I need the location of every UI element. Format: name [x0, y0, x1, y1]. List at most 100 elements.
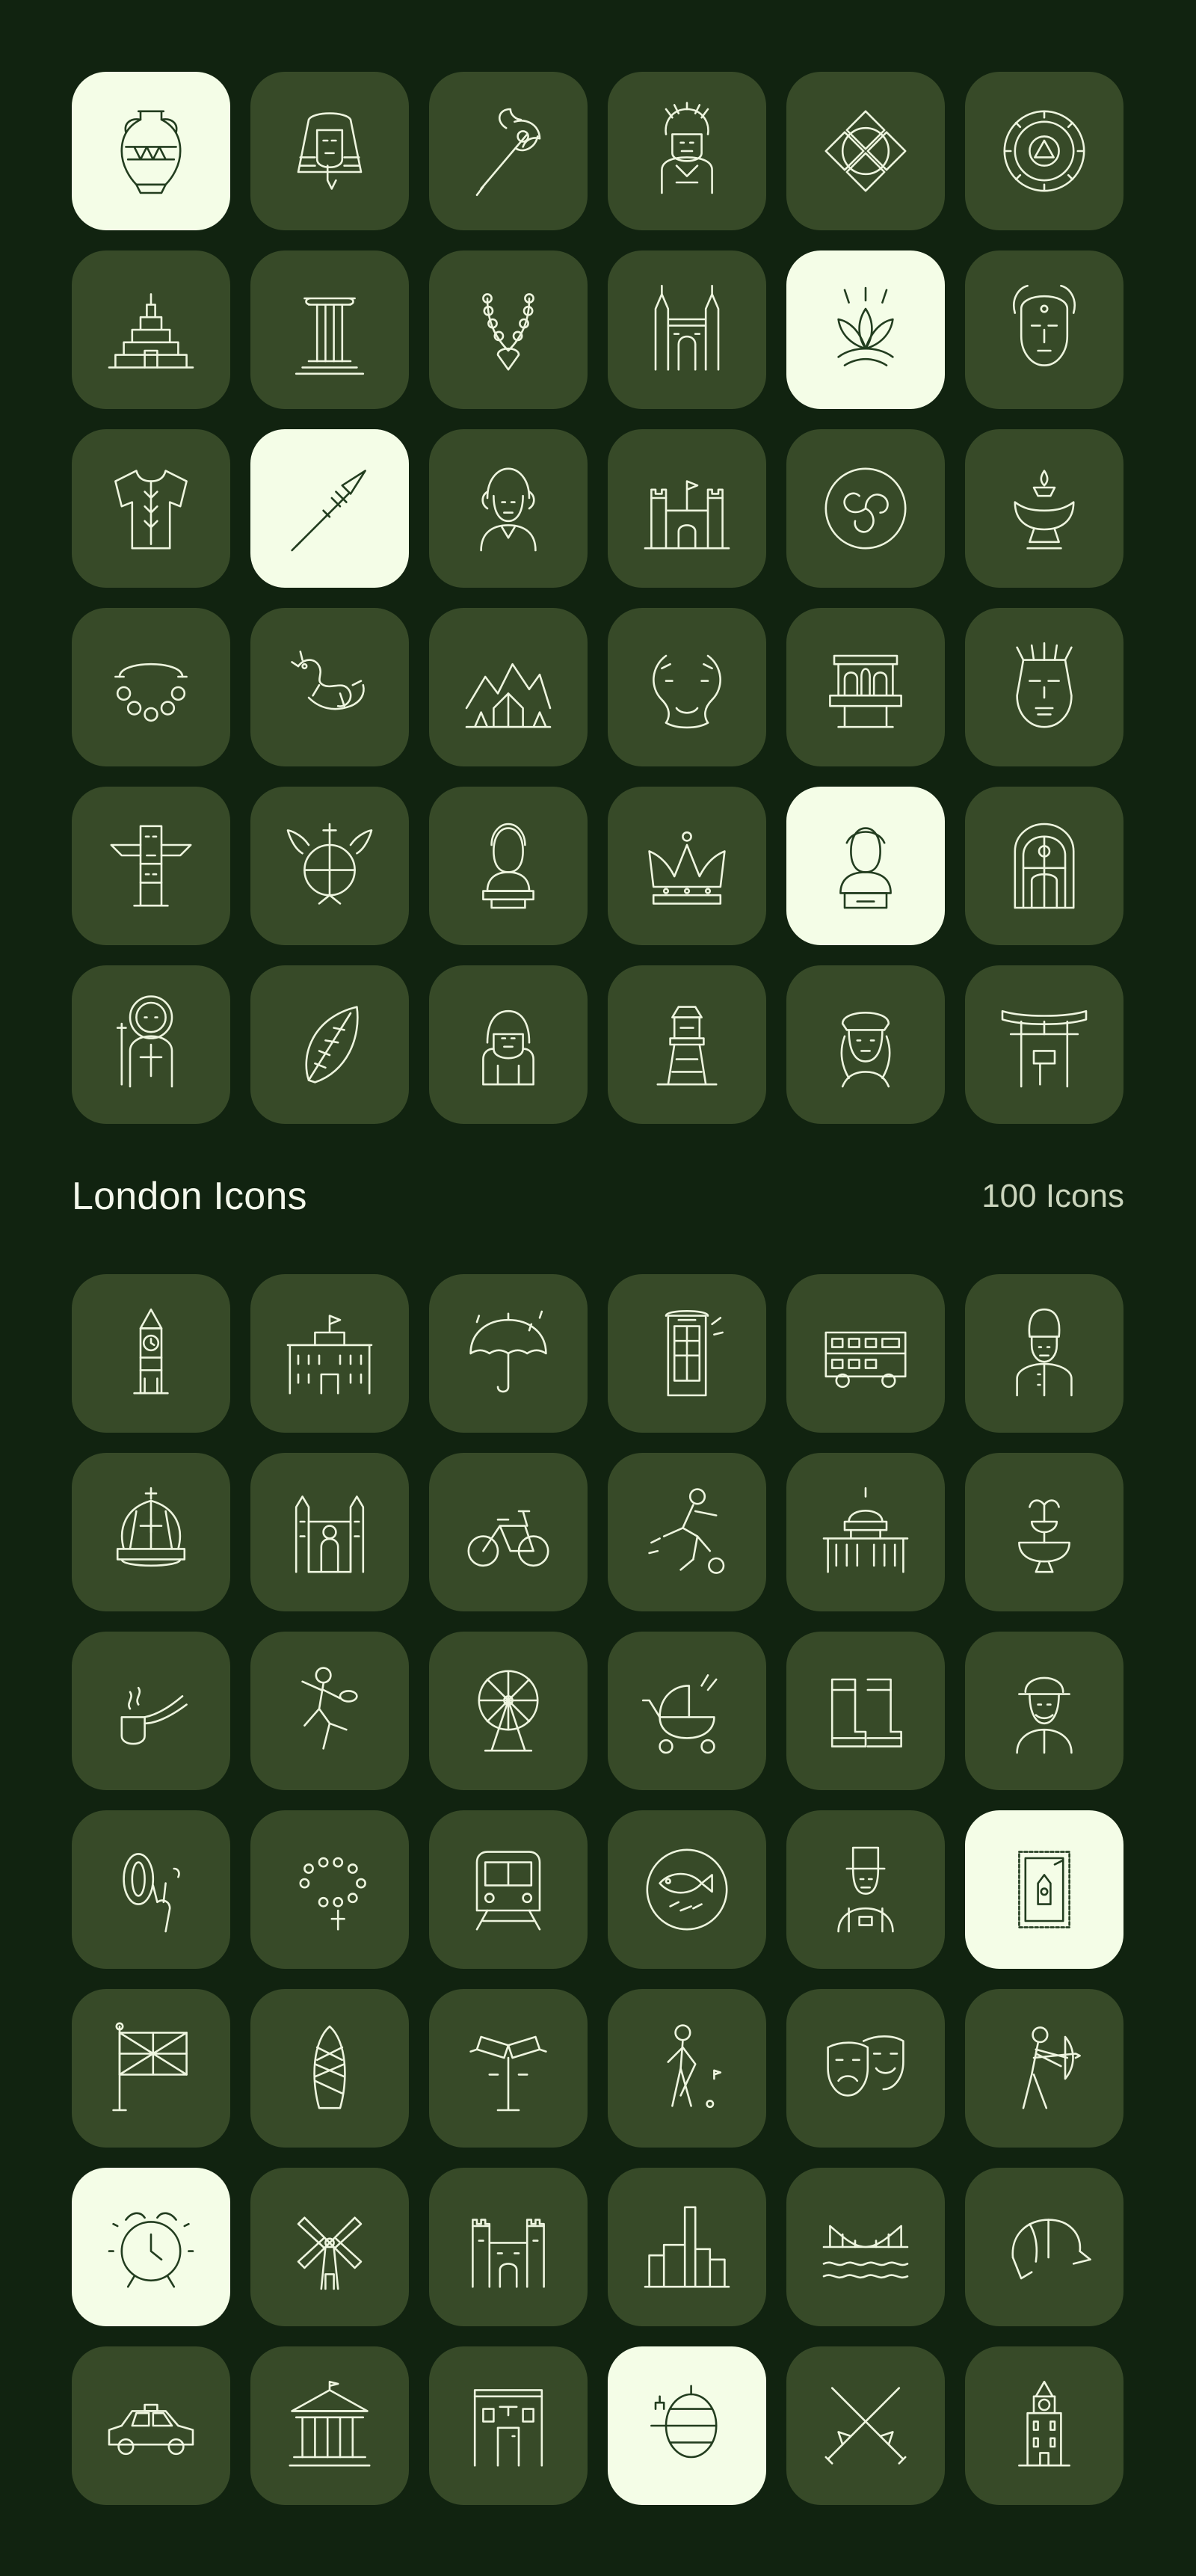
pharaoh-mask-icon: [277, 99, 382, 203]
icon-tile[interactable]: [965, 72, 1123, 230]
tribal-mask-icon: [992, 635, 1097, 740]
icon-tile[interactable]: [608, 72, 766, 230]
icon-tile[interactable]: [965, 2168, 1123, 2326]
chinese-dragon-icon: [277, 635, 382, 740]
big-ben-icon: [99, 1301, 203, 1406]
icon-tile[interactable]: [608, 1274, 766, 1433]
icon-tile[interactable]: [786, 72, 945, 230]
icon-tile[interactable]: [965, 1810, 1123, 1969]
icon-tile[interactable]: [965, 787, 1123, 945]
icon-tile[interactable]: [250, 2346, 409, 2505]
icon-tile[interactable]: [786, 1632, 945, 1790]
icon-tile[interactable]: [786, 2168, 945, 2326]
icon-tile[interactable]: [608, 787, 766, 945]
icon-tile[interactable]: [72, 1989, 230, 2148]
icon-tile[interactable]: [429, 965, 588, 1124]
postage-stamp-icon: [992, 1837, 1097, 1942]
icon-tile[interactable]: [250, 72, 409, 230]
icon-tile[interactable]: [72, 608, 230, 766]
icon-tile[interactable]: [250, 1274, 409, 1433]
icon-tile[interactable]: [429, 2168, 588, 2326]
icon-tile[interactable]: [250, 429, 409, 588]
icon-tile[interactable]: [429, 1632, 588, 1790]
icon-tile[interactable]: [608, 1632, 766, 1790]
icon-tile[interactable]: [608, 1989, 766, 2148]
icon-tile[interactable]: [429, 1453, 588, 1611]
icon-tile[interactable]: [429, 250, 588, 409]
icon-tile[interactable]: [965, 2346, 1123, 2505]
icon-tile[interactable]: [72, 787, 230, 945]
icon-tile[interactable]: [429, 72, 588, 230]
icon-tile[interactable]: [786, 1989, 945, 2148]
archer-icon: [992, 2016, 1097, 2121]
icon-tile[interactable]: [608, 965, 766, 1124]
icon-tile[interactable]: [72, 1810, 230, 1969]
icon-tile[interactable]: [965, 965, 1123, 1124]
icon-tile[interactable]: [786, 787, 945, 945]
icon-tile[interactable]: [965, 1632, 1123, 1790]
icon-count: 100 Icons: [981, 1178, 1124, 1214]
london-icon-grid: [72, 1274, 1123, 2505]
step-pyramid-icon: [99, 277, 203, 382]
icon-tile[interactable]: [786, 429, 945, 588]
icon-tile[interactable]: [786, 608, 945, 766]
beer-barrel-icon: [635, 2373, 739, 2478]
greek-column-icon: [277, 277, 382, 382]
icon-tile[interactable]: [250, 608, 409, 766]
icon-tile[interactable]: [250, 1810, 409, 1969]
icon-tile[interactable]: [786, 1453, 945, 1611]
icon-tile[interactable]: [429, 787, 588, 945]
icon-tile[interactable]: [786, 1810, 945, 1969]
icon-tile[interactable]: [72, 2346, 230, 2505]
fish-and-chips-icon: [635, 1837, 739, 1942]
icon-tile[interactable]: [608, 1453, 766, 1611]
icon-tile[interactable]: [250, 1632, 409, 1790]
icon-tile[interactable]: [72, 1274, 230, 1433]
icon-tile[interactable]: [72, 965, 230, 1124]
icon-tile[interactable]: [786, 1274, 945, 1433]
embroidered-shirt-icon: [99, 456, 203, 561]
icon-tile[interactable]: [608, 429, 766, 588]
icon-tile[interactable]: [608, 250, 766, 409]
icon-tile[interactable]: [965, 250, 1123, 409]
rain-boots-icon: [813, 1659, 918, 1763]
icon-tile[interactable]: [250, 965, 409, 1124]
icon-tile[interactable]: [250, 787, 409, 945]
phone-booth-icon: [635, 1301, 739, 1406]
icon-tile[interactable]: [608, 608, 766, 766]
culture-icon-grid: [72, 72, 1123, 1124]
icon-tile[interactable]: [72, 250, 230, 409]
icon-tile[interactable]: [72, 2168, 230, 2326]
tudor-palace-icon: [456, 2195, 561, 2299]
icon-tile[interactable]: [72, 429, 230, 588]
icon-tile[interactable]: [250, 1989, 409, 2148]
icon-tile[interactable]: [608, 2168, 766, 2326]
windmill-icon: [277, 2195, 382, 2299]
beaded-bracelet-icon: [99, 635, 203, 740]
icon-tile[interactable]: [965, 1989, 1123, 2148]
icon-tile[interactable]: [429, 429, 588, 588]
football-player-icon: [635, 1480, 739, 1584]
icon-tile[interactable]: [965, 1274, 1123, 1433]
icon-tile[interactable]: [608, 1810, 766, 1969]
icon-tile[interactable]: [429, 608, 588, 766]
icon-tile[interactable]: [608, 2346, 766, 2505]
icon-tile[interactable]: [429, 1810, 588, 1969]
section-title: London Icons: [72, 1175, 307, 1218]
icon-tile[interactable]: [965, 608, 1123, 766]
icon-tile[interactable]: [250, 2168, 409, 2326]
icon-tile[interactable]: [72, 1632, 230, 1790]
icon-tile[interactable]: [786, 965, 945, 1124]
renaissance-man-icon: [813, 992, 918, 1097]
icon-tile[interactable]: [429, 2346, 588, 2505]
icon-tile[interactable]: [786, 250, 945, 409]
icon-tile[interactable]: [250, 250, 409, 409]
icon-tile[interactable]: [786, 2346, 945, 2505]
icon-tile[interactable]: [429, 1274, 588, 1433]
icon-tile[interactable]: [72, 1453, 230, 1611]
icon-tile[interactable]: [72, 72, 230, 230]
icon-tile[interactable]: [965, 1453, 1123, 1611]
icon-tile[interactable]: [429, 1989, 588, 2148]
icon-tile[interactable]: [965, 429, 1123, 588]
icon-tile[interactable]: [250, 1453, 409, 1611]
